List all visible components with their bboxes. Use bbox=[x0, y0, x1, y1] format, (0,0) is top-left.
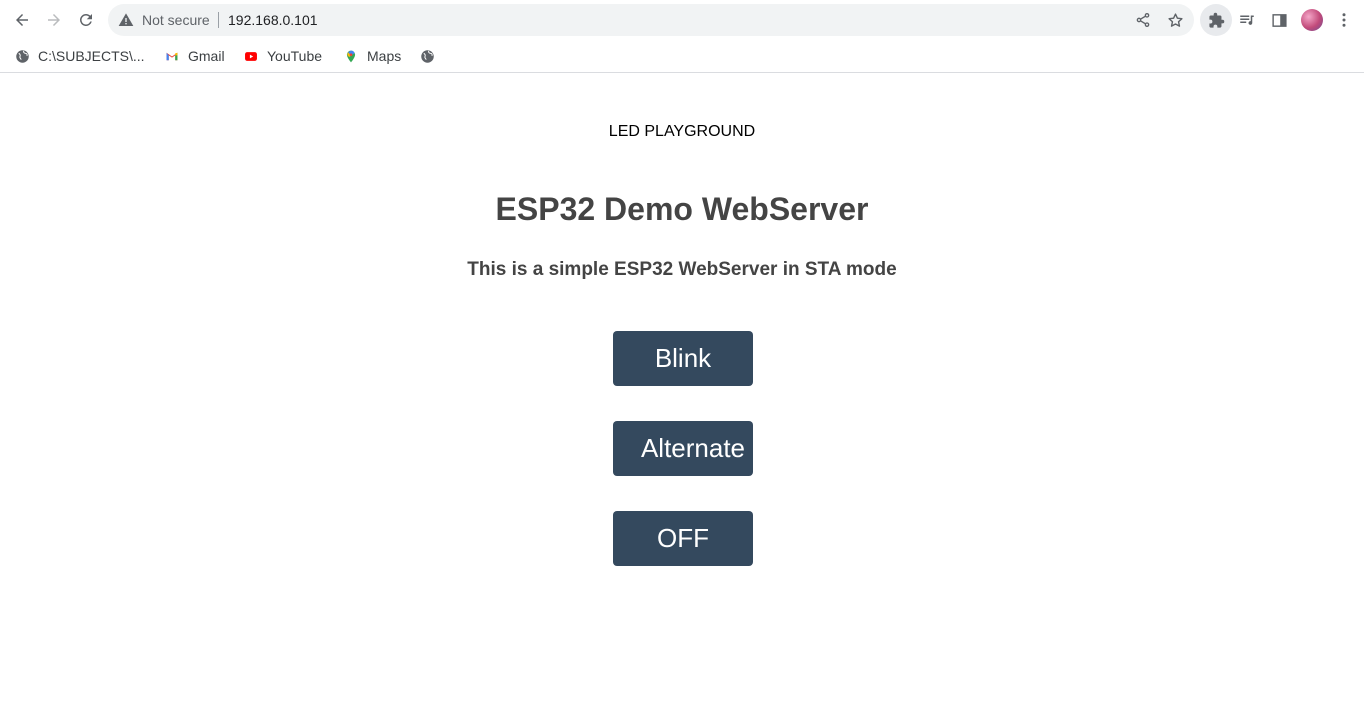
reload-button[interactable] bbox=[74, 8, 98, 32]
back-button[interactable] bbox=[10, 8, 34, 32]
warning-triangle-icon bbox=[118, 13, 134, 26]
media-queue-icon bbox=[1240, 15, 1254, 25]
url-text[interactable]: 192.168.0.101 bbox=[228, 12, 318, 28]
side-panel-button[interactable] bbox=[1267, 8, 1291, 32]
share-icon bbox=[1136, 13, 1150, 27]
maps-icon bbox=[343, 48, 359, 64]
bookmark-label: C:\SUBJECTS\... bbox=[38, 48, 145, 64]
globe-icon bbox=[419, 48, 435, 64]
bookmark-youtube[interactable]: YouTube bbox=[243, 46, 322, 66]
page-label: LED PLAYGROUND bbox=[608, 123, 756, 140]
divider bbox=[218, 12, 219, 28]
bookmark-label: Gmail bbox=[188, 48, 225, 64]
share-button[interactable] bbox=[1134, 11, 1152, 29]
reload-icon bbox=[79, 13, 92, 26]
menu-button[interactable] bbox=[1332, 8, 1356, 32]
browser-toolbar: Not secure 192.168.0.101 bbox=[0, 0, 1364, 40]
off-button[interactable]: OFF bbox=[613, 511, 753, 566]
media-button[interactable] bbox=[1235, 8, 1259, 32]
address-bar[interactable]: Not secure 192.168.0.101 bbox=[108, 4, 1194, 36]
bookmark-label: YouTube bbox=[267, 48, 323, 64]
globe-icon bbox=[14, 48, 30, 64]
arrow-right-icon bbox=[48, 14, 60, 26]
bookmarks-bar: C:\SUBJECTS\... Gmail YouTube Maps bbox=[0, 40, 1364, 73]
bookmark-maps[interactable]: Maps bbox=[343, 46, 401, 66]
bookmark-label: Maps bbox=[367, 48, 402, 64]
gmail-icon bbox=[164, 48, 180, 64]
alternate-button[interactable]: Alternate bbox=[613, 421, 753, 476]
forward-button[interactable] bbox=[42, 8, 66, 32]
puzzle-icon bbox=[1208, 12, 1224, 28]
arrow-left-icon bbox=[16, 14, 28, 26]
blink-button[interactable]: Blink bbox=[613, 331, 753, 386]
kebab-menu-icon bbox=[1342, 13, 1346, 27]
page-title: ESP32 Demo WebServer bbox=[495, 191, 869, 227]
bookmark-gmail[interactable]: Gmail bbox=[164, 46, 225, 66]
side-panel-icon bbox=[1271, 13, 1287, 27]
bookmark-subjects[interactable]: C:\SUBJECTS\... bbox=[14, 46, 145, 66]
security-status[interactable]: Not secure bbox=[142, 12, 210, 28]
avatar[interactable] bbox=[1301, 9, 1323, 31]
extensions-button[interactable] bbox=[1200, 4, 1232, 36]
youtube-icon bbox=[243, 48, 259, 64]
bookmark-globe[interactable] bbox=[419, 46, 443, 66]
star-icon bbox=[1167, 12, 1183, 27]
bookmark-star-button[interactable] bbox=[1166, 11, 1184, 29]
page-subtitle: This is a simple ESP32 WebServer in STA … bbox=[467, 259, 897, 280]
page-content: LED PLAYGROUND ESP32 Demo WebServer This… bbox=[0, 74, 1364, 706]
